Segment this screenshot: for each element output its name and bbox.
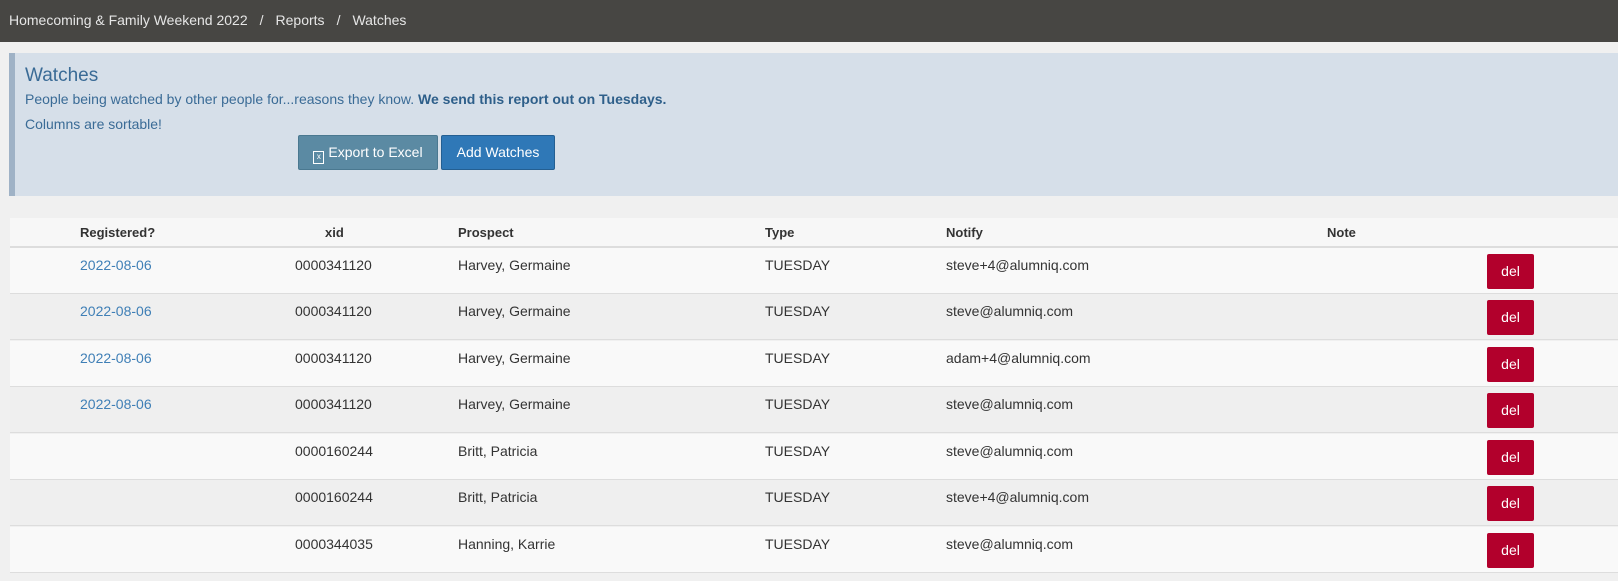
type-cell: TUESDAY xyxy=(765,396,831,412)
type-cell: TUESDAY xyxy=(765,489,831,505)
delete-button[interactable]: del xyxy=(1487,347,1534,382)
breadcrumb-separator: / xyxy=(259,12,264,28)
notify-cell: steve@alumniq.com xyxy=(946,443,1074,459)
breadcrumb-separator: / xyxy=(336,12,341,28)
header-note[interactable]: Note xyxy=(1327,225,1356,240)
notify-cell: steve+4@alumniq.com xyxy=(946,257,1090,273)
xid-cell: 0000341120 xyxy=(295,257,372,273)
export-excel-button[interactable]: x Export to Excel xyxy=(298,135,438,170)
prospect-cell: Harvey, Germaine xyxy=(458,257,571,273)
delete-button[interactable]: del xyxy=(1487,300,1534,335)
table-row: 0000344035 Hanning, Karrie TUESDAY steve… xyxy=(10,527,1618,573)
notify-cell: adam+4@alumniq.com xyxy=(946,350,1091,366)
table-row: 2022-08-06 0000341120 Harvey, Germaine T… xyxy=(10,341,1618,387)
prospect-cell: Britt, Patricia xyxy=(458,443,538,459)
table-row: 2022-08-06 0000341120 Harvey, Germaine T… xyxy=(10,248,1618,294)
breadcrumb-watches: Watches xyxy=(352,12,407,28)
notify-cell: steve@alumniq.com xyxy=(946,303,1074,319)
watches-table: Registered? xid Prospect Type Notify Not… xyxy=(10,218,1618,581)
table-row: 2022-08-06 0000341120 Harvey, Germaine T… xyxy=(10,294,1618,340)
header-registered[interactable]: Registered? xyxy=(80,225,155,240)
type-cell: TUESDAY xyxy=(765,303,831,319)
xid-cell: 0000160244 xyxy=(295,443,373,459)
delete-button[interactable]: del xyxy=(1487,486,1534,521)
prospect-cell: Hanning, Karrie xyxy=(458,536,556,552)
type-cell: TUESDAY xyxy=(765,350,831,366)
type-cell: TUESDAY xyxy=(765,443,831,459)
table-row: 2022-08-06 0000341120 Harvey, Germaine T… xyxy=(10,387,1618,433)
table-header: Registered? xid Prospect Type Notify Not… xyxy=(10,218,1618,248)
table-row: 0000160244 Britt, Patricia TUESDAY steve… xyxy=(10,434,1618,480)
registered-date-link[interactable]: 2022-08-06 xyxy=(80,350,152,366)
sortable-note: Columns are sortable! xyxy=(25,116,162,132)
header-xid[interactable]: xid xyxy=(325,225,344,240)
breadcrumb-event[interactable]: Homecoming & Family Weekend 2022 xyxy=(9,12,248,28)
registered-date-link[interactable]: 2022-08-06 xyxy=(80,303,152,319)
type-cell: TUESDAY xyxy=(765,536,831,552)
notify-cell: steve@alumniq.com xyxy=(946,536,1074,552)
add-watches-button[interactable]: Add Watches xyxy=(441,135,555,170)
type-cell: TUESDAY xyxy=(765,257,831,273)
xid-cell: 0000344035 xyxy=(295,536,373,552)
description-bold-text: We send this report out on Tuesdays. xyxy=(418,91,667,107)
delete-button[interactable]: del xyxy=(1487,533,1534,568)
header-notify[interactable]: Notify xyxy=(946,225,983,240)
delete-button[interactable]: del xyxy=(1487,254,1534,289)
header-prospect[interactable]: Prospect xyxy=(458,225,514,240)
table-row: 0000160244 Britt, Patricia TUESDAY steve… xyxy=(10,480,1618,526)
breadcrumb-reports[interactable]: Reports xyxy=(276,12,325,28)
excel-file-icon: x xyxy=(313,151,325,164)
page-title: Watches xyxy=(25,65,99,86)
breadcrumb: Homecoming & Family Weekend 2022 / Reports… xyxy=(0,0,1618,42)
page-description: People being watched by other people for… xyxy=(25,91,666,107)
info-panel: Watches People being watched by other pe… xyxy=(9,53,1618,196)
xid-cell: 0000160244 xyxy=(295,489,373,505)
export-excel-label: Export to Excel xyxy=(328,144,423,160)
prospect-cell: Harvey, Germaine xyxy=(458,396,571,412)
description-text: People being watched by other people for… xyxy=(25,91,415,107)
notify-cell: steve@alumniq.com xyxy=(946,396,1074,412)
registered-date-link[interactable]: 2022-08-06 xyxy=(80,257,152,273)
delete-button[interactable]: del xyxy=(1487,440,1534,475)
notify-cell: steve+4@alumniq.com xyxy=(946,489,1090,505)
header-type[interactable]: Type xyxy=(765,225,794,240)
xid-cell: 0000341120 xyxy=(295,303,372,319)
xid-cell: 0000341120 xyxy=(295,350,372,366)
prospect-cell: Britt, Patricia xyxy=(458,489,538,505)
registered-date-link[interactable]: 2022-08-06 xyxy=(80,396,152,412)
delete-button[interactable]: del xyxy=(1487,393,1534,428)
xid-cell: 0000341120 xyxy=(295,396,372,412)
prospect-cell: Harvey, Germaine xyxy=(458,350,571,366)
prospect-cell: Harvey, Germaine xyxy=(458,303,571,319)
